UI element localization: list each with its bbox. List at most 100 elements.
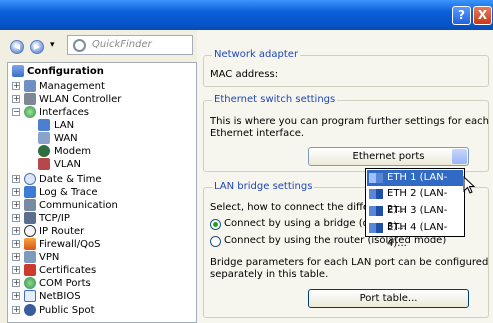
tree-item-log-trace[interactable]: + Log & Trace (10, 186, 190, 199)
tree-item-date-time[interactable]: + Date & Time (10, 173, 190, 186)
expand-icon[interactable]: + (12, 82, 20, 90)
history-dropdown-icon[interactable]: ▾ (50, 40, 55, 50)
tree-item-wan[interactable]: WAN (10, 132, 190, 145)
tree-label: LAN (54, 120, 75, 131)
expand-icon[interactable]: + (12, 279, 20, 287)
log-icon (24, 186, 36, 198)
tree-label: TCP/IP (39, 213, 70, 224)
bridge-params-line1: Bridge parameters for each LAN port can … (210, 257, 489, 268)
tcpip-icon (24, 212, 36, 224)
forward-button[interactable]: ▶ (30, 40, 44, 54)
expand-icon[interactable]: + (12, 292, 20, 300)
lan-icon (38, 119, 50, 131)
expand-icon[interactable]: + (12, 214, 20, 222)
tree-label: COM Ports (39, 278, 91, 289)
tree-label: Modem (54, 146, 91, 157)
network-adapter-group: Network adapter MAC address: (203, 49, 489, 87)
expand-icon[interactable]: + (12, 266, 20, 274)
management-icon (24, 80, 36, 92)
tree-item-ip-router[interactable]: + IP Router (10, 225, 190, 238)
title-bar: ? X (0, 0, 493, 30)
communication-icon (24, 199, 36, 211)
tree-label: Management (39, 81, 105, 92)
expand-icon[interactable]: + (12, 95, 20, 103)
search-icon (73, 39, 86, 52)
tree-item-communication[interactable]: + Communication (10, 199, 190, 212)
tree-label: Communication (39, 200, 118, 211)
tree-label: Public Spot (39, 305, 95, 316)
vlan-icon (38, 158, 50, 170)
tree-label: Interfaces (39, 107, 89, 118)
wlan-controller-icon (24, 93, 36, 105)
dropdown-item-eth3[interactable]: ETH 3 (LAN-3)... (367, 203, 463, 232)
configuration-icon (12, 65, 24, 77)
ethernet-port-icon (369, 223, 383, 233)
tree-label: Log & Trace (39, 187, 98, 198)
expand-icon[interactable]: + (12, 175, 20, 183)
group-title: Network adapter (212, 49, 301, 60)
tree-label: Date & Time (39, 174, 102, 185)
interfaces-icon (24, 106, 36, 118)
expand-icon[interactable]: + (12, 227, 20, 235)
expand-icon[interactable]: + (12, 240, 20, 248)
tree-item-vpn[interactable]: + VPN (10, 251, 190, 264)
tree-item-wlan-controller[interactable]: + WLAN Controller (10, 93, 190, 106)
tree-item-tcpip[interactable]: + TCP/IP (10, 212, 190, 225)
group-title: LAN bridge settings (212, 181, 315, 192)
tree-label: VPN (39, 252, 60, 263)
ethernet-description-line2: Ethernet interface. (210, 128, 305, 139)
ethernet-port-icon (369, 189, 383, 199)
close-button[interactable]: X (473, 6, 492, 25)
ethernet-ports-dropdown: ETH 1 (LAN-1)... ETH 2 (LAN-2)... ETH 3 … (365, 168, 465, 249)
collapse-icon[interactable]: − (12, 108, 20, 116)
wan-icon (38, 132, 50, 144)
tree-item-certificates[interactable]: + Certificates (10, 264, 190, 277)
tree-label: WAN (54, 133, 78, 144)
vpn-icon (24, 251, 36, 263)
ethernet-description-line1: This is where you can program further se… (210, 116, 490, 127)
expand-icon[interactable]: + (12, 253, 20, 261)
router-icon (24, 225, 36, 237)
configuration-tree: Configuration + Management + WLAN Contro… (7, 62, 197, 323)
quickfinder-placeholder: QuickFinder (92, 39, 152, 50)
certificate-icon (24, 264, 36, 276)
tree-label: Firewall/QoS (39, 239, 101, 250)
expand-icon[interactable]: + (12, 306, 20, 314)
dropdown-item-eth4[interactable]: ETH 4 (LAN-4)... (367, 220, 463, 249)
tree-item-modem[interactable]: Modem (10, 145, 190, 158)
ethernet-port-icon (369, 173, 383, 183)
expand-icon[interactable]: + (12, 188, 20, 196)
tree-item-com-ports[interactable]: + COM Ports (10, 277, 190, 290)
tree-item-public-spot[interactable]: + Public Spot (10, 304, 190, 317)
netbios-icon (24, 290, 36, 302)
dropdown-item-eth2[interactable]: ETH 2 (LAN-2)... (367, 186, 463, 215)
ethernet-port-icon (369, 206, 383, 216)
back-button[interactable]: ◀ (10, 40, 24, 54)
firewall-icon (24, 238, 36, 250)
expand-icon[interactable]: + (12, 201, 20, 209)
tree-item-management[interactable]: + Management (10, 80, 190, 93)
router-radio[interactable] (210, 236, 221, 247)
tree-label: VLAN (54, 159, 81, 170)
tree-item-lan[interactable]: LAN (10, 119, 190, 132)
tree-item-firewall-qos[interactable]: + Firewall/QoS (10, 238, 190, 251)
tree-label: Certificates (39, 265, 97, 276)
tree-item-interfaces[interactable]: − Interfaces (10, 106, 190, 119)
help-button[interactable]: ? (452, 6, 471, 25)
bridge-params-line2: separately in this table. (210, 269, 329, 280)
dropdown-item-eth1[interactable]: ETH 1 (LAN-1)... (367, 170, 463, 199)
chevron-down-icon[interactable] (452, 149, 467, 164)
tree-item-vlan[interactable]: VLAN (10, 158, 190, 171)
quickfinder-input[interactable]: QuickFinder (67, 35, 193, 55)
clock-icon (24, 173, 36, 185)
tree-label: Configuration (27, 66, 104, 77)
ethernet-ports-combo[interactable]: Ethernet ports (308, 147, 469, 166)
dropdown-item-label: ETH 4 (LAN-4)... (387, 222, 448, 249)
mouse-cursor-icon (463, 176, 476, 194)
tree-item-netbios[interactable]: + NetBIOS (10, 290, 190, 303)
tree-item-configuration[interactable]: Configuration (10, 65, 190, 78)
bridge-radio[interactable] (210, 219, 221, 230)
port-table-button[interactable]: Port table... (308, 289, 469, 308)
modem-icon (38, 145, 50, 157)
tree-label: IP Router (39, 226, 85, 237)
